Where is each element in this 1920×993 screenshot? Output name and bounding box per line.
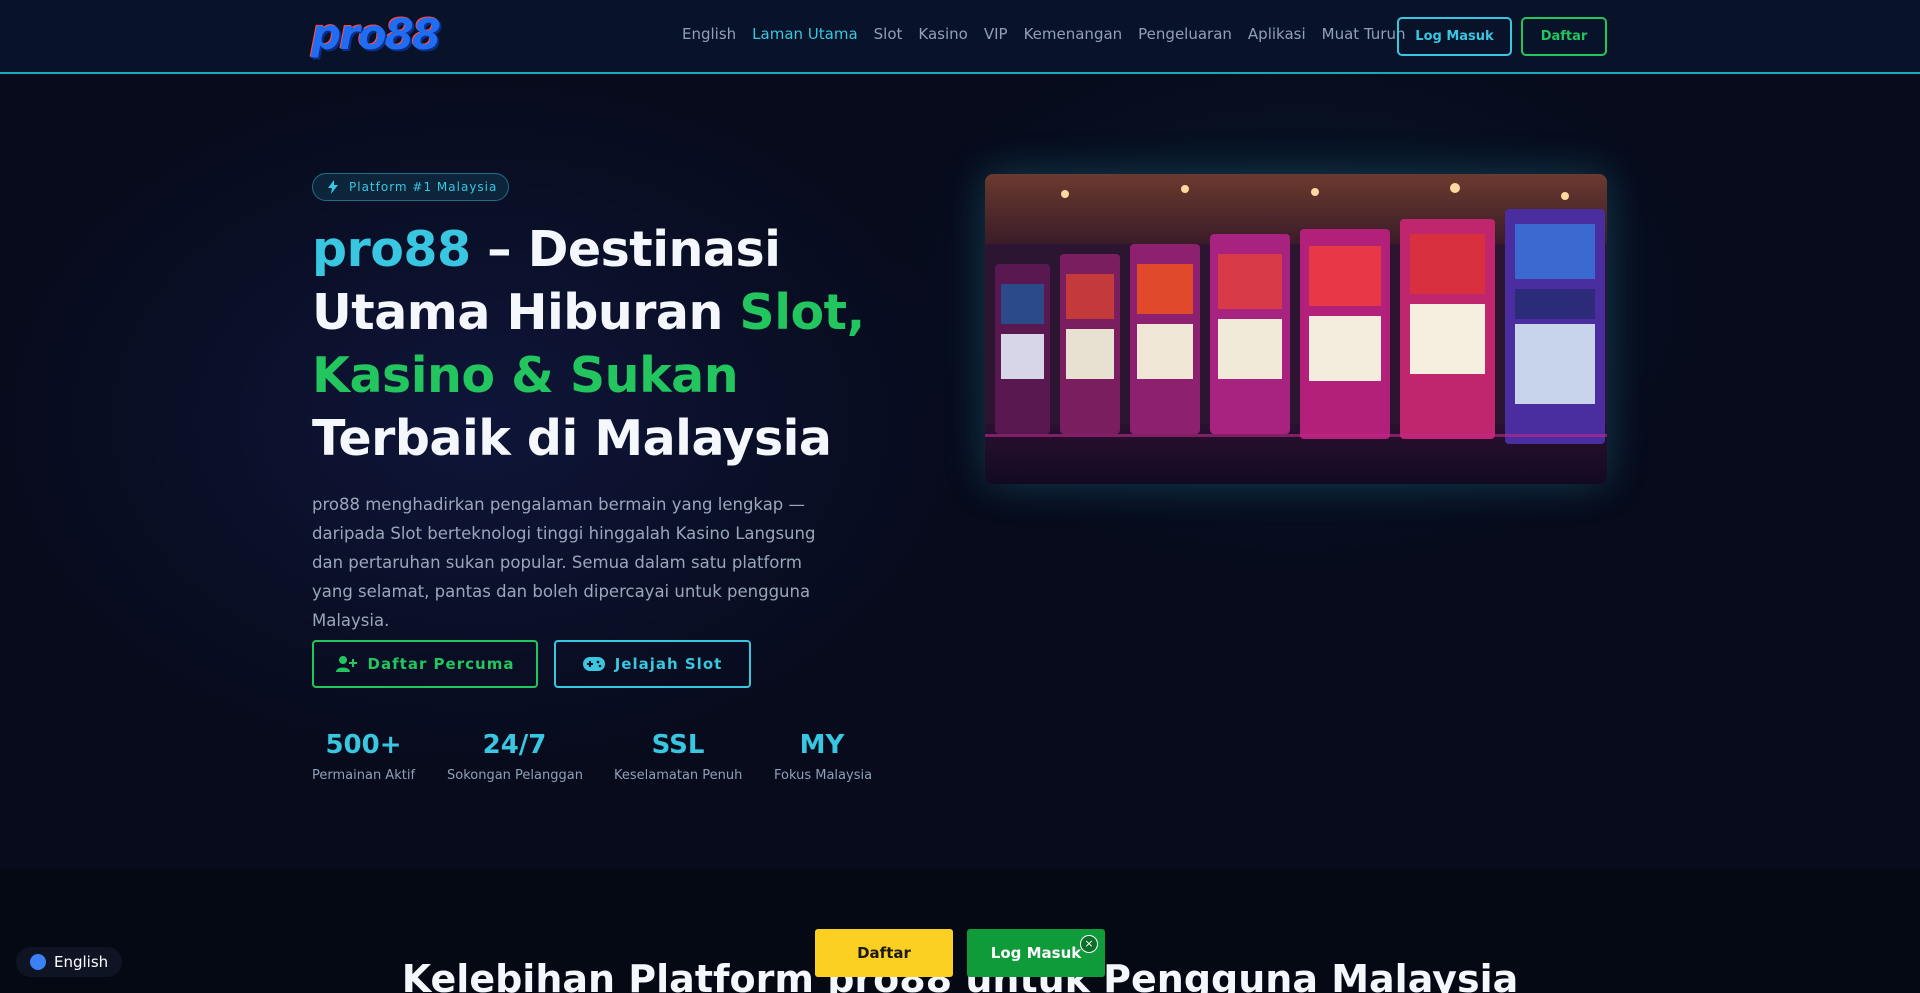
lightning-icon bbox=[328, 180, 338, 194]
nav-item-pengeluaran[interactable]: Pengeluaran bbox=[1138, 25, 1232, 43]
nav-item-vip[interactable]: VIP bbox=[984, 25, 1008, 43]
register-free-label: Daftar Percuma bbox=[367, 655, 515, 673]
features-section-title: Kelebihan Platform pro88 untuk Pengguna … bbox=[401, 957, 1519, 993]
nav-item-muat-turun[interactable]: Muat Turun bbox=[1322, 25, 1406, 43]
stat-support: 24/7 Sokongan Pelanggan bbox=[447, 730, 583, 783]
gamepad-icon bbox=[582, 657, 605, 671]
stat-label: Permainan Aktif bbox=[312, 768, 416, 783]
site-logo[interactable]: pro88 bbox=[311, 10, 441, 59]
explore-slot-button[interactable]: Jelajah Slot bbox=[554, 640, 751, 688]
stat-security: SSL Keselamatan Penuh bbox=[614, 730, 742, 783]
stat-label: Sokongan Pelanggan bbox=[447, 768, 583, 783]
stat-value: 500+ bbox=[325, 730, 402, 760]
stat-value: 24/7 bbox=[482, 730, 547, 760]
stat-focus: MY Fokus Malaysia bbox=[774, 730, 873, 783]
stat-value: MY bbox=[799, 730, 845, 760]
user-plus-icon bbox=[335, 656, 357, 672]
language-label: English bbox=[54, 953, 109, 971]
hero-badge-label: Platform #1 Malaysia bbox=[349, 180, 498, 194]
stat-value: SSL bbox=[651, 730, 705, 760]
close-icon[interactable]: × bbox=[1080, 935, 1098, 953]
login-button[interactable]: Log Masuk bbox=[1397, 17, 1512, 56]
nav-item-aplikasi[interactable]: Aplikasi bbox=[1248, 25, 1306, 43]
stat-label: Fokus Malaysia bbox=[774, 768, 873, 783]
hero-title-brand: pro88 bbox=[312, 221, 471, 278]
explore-slot-label: Jelajah Slot bbox=[614, 655, 723, 673]
nav-item-laman-utama[interactable]: Laman Utama bbox=[752, 25, 857, 43]
globe-icon bbox=[30, 954, 46, 970]
slot-machines-illustration bbox=[985, 174, 1607, 484]
nav-item-english[interactable]: English bbox=[682, 25, 736, 43]
hero-title-part2: Terbaik di Malaysia bbox=[312, 410, 832, 467]
stat-label: Keselamatan Penuh bbox=[614, 768, 743, 783]
language-switcher[interactable]: English bbox=[16, 947, 122, 977]
stat-games: 500+ Permainan Aktif bbox=[312, 730, 415, 783]
hero-title: pro88 – Destinasi Utama Hiburan Slot, Ka… bbox=[312, 218, 892, 470]
register-free-button[interactable]: Daftar Percuma bbox=[312, 640, 538, 688]
signup-button[interactable]: Daftar bbox=[1521, 17, 1607, 56]
page-background bbox=[0, 0, 1920, 993]
nav-item-kemenangan[interactable]: Kemenangan bbox=[1024, 25, 1123, 43]
nav-item-kasino[interactable]: Kasino bbox=[918, 25, 967, 43]
nav-item-slot[interactable]: Slot bbox=[874, 25, 903, 43]
main-nav: English Laman Utama Slot Kasino VIP Keme… bbox=[682, 25, 1406, 43]
hero-description: pro88 menghadirkan pengalaman bermain ya… bbox=[312, 495, 816, 630]
slot-machines-image bbox=[985, 174, 1607, 484]
floating-signup-button[interactable]: Daftar bbox=[815, 929, 953, 977]
hero-badge: Platform #1 Malaysia bbox=[312, 173, 509, 201]
site-header: pro88 English Laman Utama Slot Kasino VI… bbox=[0, 0, 1920, 74]
